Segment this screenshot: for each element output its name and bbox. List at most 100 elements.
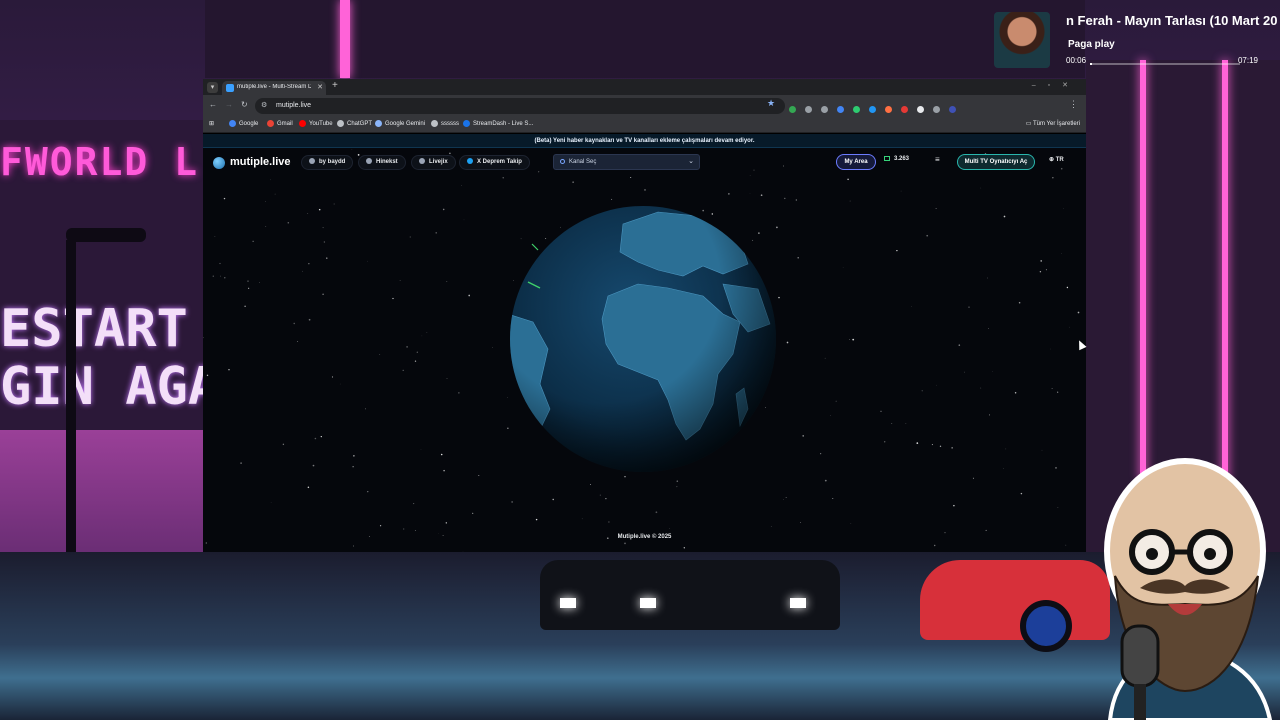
- star-dot: [535, 518, 538, 521]
- hinekst-link[interactable]: Hinekst: [358, 155, 406, 170]
- extension-icon[interactable]: [933, 106, 940, 114]
- background-building-top: [205, 0, 1085, 78]
- extension-icon[interactable]: [901, 106, 908, 114]
- tab-search-dropdown-icon[interactable]: ▾: [207, 82, 218, 93]
- browser-menu-icon[interactable]: ⋮: [1069, 99, 1078, 110]
- star-dot: [440, 453, 443, 456]
- site-info-icon[interactable]: ⚙: [261, 101, 267, 109]
- star-dot: [847, 178, 849, 181]
- reload-icon[interactable]: ↻: [241, 100, 248, 109]
- address-bar-url[interactable]: mutiple.live: [276, 102, 311, 109]
- tab-close-icon[interactable]: ✕: [317, 83, 323, 91]
- bookmark-item[interactable]: Google Gemini: [375, 120, 425, 127]
- extension-icon[interactable]: [821, 106, 828, 114]
- star-dot: [435, 232, 437, 234]
- star-dot: [933, 544, 936, 547]
- tab-title: mutiple.live - Multi-Stream Da: [237, 84, 311, 90]
- hamburger-menu-icon[interactable]: ≡: [935, 155, 940, 164]
- extension-icon[interactable]: [805, 106, 812, 114]
- site-logo-text[interactable]: mutiple.live: [230, 156, 291, 168]
- background-street-lamp-head: [66, 228, 146, 242]
- viewer-count-value: 3.263: [894, 156, 910, 162]
- extension-icon[interactable]: [949, 106, 956, 114]
- livejix-link[interactable]: Livejix: [411, 155, 456, 170]
- star-dot: [1003, 468, 1004, 469]
- bookmark-item[interactable]: Google: [229, 120, 258, 127]
- extension-icon[interactable]: [837, 106, 844, 114]
- star-dot: [511, 501, 513, 503]
- star-dot: [824, 479, 827, 482]
- apps-grid-icon[interactable]: ⊞: [209, 120, 214, 127]
- bookmark-item[interactable]: StreamDash - Live S...: [463, 120, 533, 127]
- all-bookmarks-label: Tüm Yer İşaretleri: [1032, 121, 1080, 127]
- star-dot: [624, 542, 626, 545]
- star-dot: [426, 331, 428, 333]
- now-playing-duration: 07:19: [1237, 56, 1258, 65]
- star-dot: [320, 435, 322, 438]
- background-car-red: [920, 560, 1110, 640]
- background-car-dark: [540, 560, 840, 630]
- interactive-3d-globe[interactable]: [508, 204, 778, 474]
- star-dot: [968, 306, 970, 308]
- star-dot: [492, 347, 493, 348]
- star-dot: [958, 344, 961, 346]
- globe-logo-icon[interactable]: [213, 157, 225, 169]
- webpage-viewport: (Beta) Yeni haber kaynakları ve TV kanal…: [203, 134, 1086, 552]
- all-bookmarks-folder[interactable]: ▭ Tüm Yer İşaretleri: [1026, 120, 1080, 127]
- globe-icon: ⊕: [1049, 157, 1056, 163]
- star-dot: [880, 410, 882, 412]
- extension-icon[interactable]: [885, 106, 892, 114]
- bookmark-favicon-icon: [337, 120, 344, 127]
- channel-select-dropdown[interactable]: Kanal Seç ⌄: [553, 154, 700, 170]
- star-dot: [379, 354, 381, 356]
- star-dot: [1052, 177, 1054, 179]
- star-dot: [352, 545, 355, 547]
- background-neon-light: [340, 0, 350, 78]
- my-area-button[interactable]: My Area: [836, 154, 876, 170]
- mascot-eye-left: [1146, 548, 1158, 560]
- star-dot: [987, 277, 988, 279]
- browser-tab-active[interactable]: mutiple.live - Multi-Stream Da ✕: [222, 81, 326, 95]
- star-dot: [884, 441, 886, 443]
- open-multi-tv-button[interactable]: Multi TV Oynatıcıyı Aç: [957, 154, 1035, 170]
- star-dot: [784, 197, 786, 200]
- star-dot: [891, 423, 893, 425]
- extensions-toolbar[interactable]: [789, 101, 965, 114]
- window-controls[interactable]: –▫✕: [1032, 81, 1080, 89]
- bookmark-item[interactable]: ssssss: [431, 120, 459, 127]
- new-tab-icon[interactable]: +: [332, 80, 338, 91]
- star-dot: [980, 187, 982, 189]
- star-dot: [339, 383, 341, 385]
- album-art-thumbnail: [994, 12, 1050, 68]
- star-dot: [1057, 507, 1059, 508]
- back-arrow-icon[interactable]: ←: [209, 100, 217, 109]
- extension-icon[interactable]: [853, 106, 860, 114]
- star-dot: [414, 530, 416, 531]
- forward-arrow-icon[interactable]: →: [225, 100, 233, 109]
- channel-dot-icon: [560, 159, 565, 164]
- star-dot: [916, 442, 919, 444]
- bookmark-item[interactable]: Gmail: [267, 120, 293, 127]
- bookmark-star-icon[interactable]: ★: [767, 98, 775, 109]
- star-dot: [608, 521, 610, 523]
- star-dot: [964, 371, 965, 373]
- extension-icon[interactable]: [869, 106, 876, 114]
- star-dot: [248, 287, 250, 289]
- bookmark-item[interactable]: YouTube: [299, 120, 333, 127]
- bookmark-item[interactable]: ChatGPT: [337, 120, 372, 127]
- now-playing-subtitle: Paga play: [1068, 39, 1115, 50]
- streamer-mascot-avatar: [1104, 458, 1273, 720]
- address-bar[interactable]: ⚙ mutiple.live: [255, 98, 785, 114]
- language-selector[interactable]: ⊕ TR: [1049, 156, 1064, 163]
- star-dot: [353, 455, 355, 457]
- x-deprem-takip-link[interactable]: X Deprem Takip: [459, 155, 530, 170]
- star-dot: [379, 525, 382, 527]
- by-baydd-link[interactable]: by baydd: [301, 155, 354, 170]
- star-dot: [323, 241, 326, 243]
- extension-icon[interactable]: [917, 106, 924, 114]
- by-baydd-label: by baydd: [319, 159, 346, 165]
- extension-icon[interactable]: [789, 106, 796, 114]
- star-dot: [1061, 253, 1062, 254]
- star-dot: [935, 208, 937, 210]
- star-dot: [265, 201, 266, 202]
